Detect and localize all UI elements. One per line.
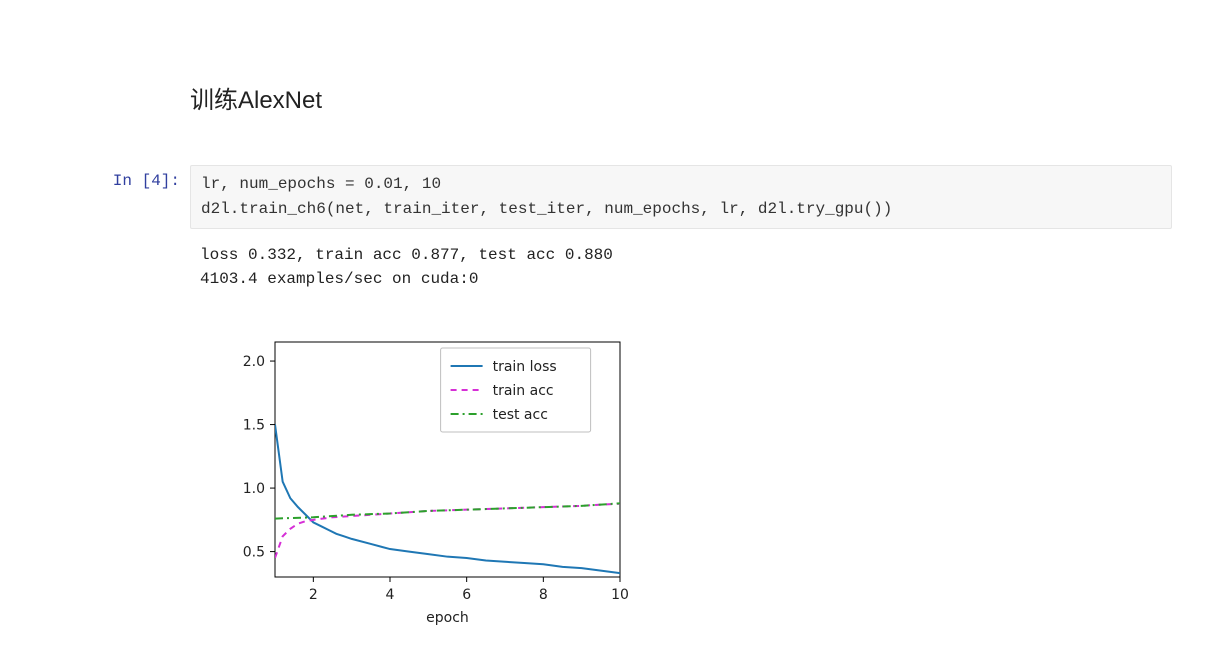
series-train-loss [275,425,620,574]
x-axis-label: epoch [426,610,469,626]
x-tick-label: 4 [386,587,395,603]
stdout-output: loss 0.332, train acc 0.877, test acc 0.… [190,229,1172,293]
y-tick-label: 0.5 [243,545,265,561]
legend-label: train acc [493,383,554,399]
y-tick-label: 1.5 [243,418,265,434]
input-prompt: In [4]: [80,165,190,229]
training-plot: 0.5 1.0 1.5 2.0 2 4 6 8 10 epoch train loss train a… [200,332,1172,632]
code-input[interactable]: lr, num_epochs = 0.01, 10 d2l.train_ch6(… [190,165,1172,229]
x-tick-label: 8 [539,587,548,603]
code-cell: In [4]: lr, num_epochs = 0.01, 10 d2l.tr… [80,165,1172,229]
output-prompt [80,229,190,293]
y-tick-label: 1.0 [243,481,265,497]
section-title: 训练AlexNet [190,80,1172,115]
legend-label: test acc [493,407,548,423]
legend-label: train loss [493,359,557,375]
output-cell: loss 0.332, train acc 0.877, test acc 0.… [80,229,1172,293]
y-tick-label: 2.0 [243,354,265,370]
x-tick-label: 2 [309,587,318,603]
series-test-acc [275,504,620,519]
x-tick-label: 10 [611,587,629,603]
x-tick-label: 6 [462,587,471,603]
series-train-acc [275,504,620,558]
